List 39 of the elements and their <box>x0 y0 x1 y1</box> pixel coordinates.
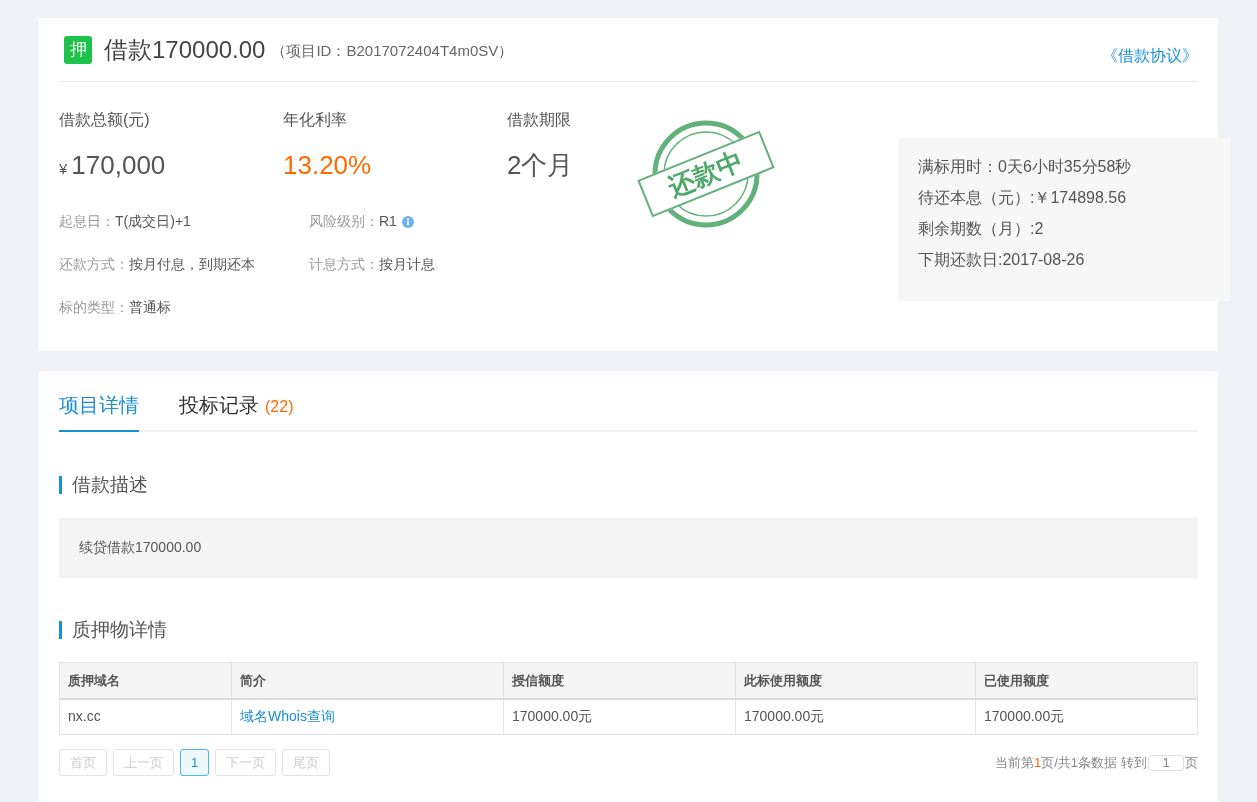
tab[interactable]: 项目详情 <box>59 390 139 432</box>
summary-line: 剩余期数（月）:2 <box>918 219 1045 239</box>
whois-link[interactable]: 域名Whois查询 <box>240 708 335 725</box>
page-unit: 页 <box>1185 753 1198 772</box>
detail-item: 起息日：T(成交日)+1 <box>59 212 191 231</box>
summary-line: 待还本息（元）:￥174898.56 <box>918 188 1128 208</box>
collateral-badge: 押 <box>64 35 92 64</box>
column-header: 简介 <box>231 662 504 699</box>
loan-title: 借款170000.00 <box>104 34 266 65</box>
column-header: 此标使用额度 <box>735 662 976 699</box>
agreement-link[interactable]: 《借款协议》 <box>1102 43 1198 68</box>
project-id: （项目ID：B2017072404T4m0SV） <box>271 41 514 62</box>
stat-value: 13.20% <box>283 149 372 182</box>
stat-label: 年化利率 <box>283 110 348 130</box>
stat-label: 借款总额(元) <box>59 110 151 130</box>
page-number-field[interactable]: 1 <box>1148 754 1184 771</box>
goto-label: 转到 <box>1121 753 1147 772</box>
page-button[interactable]: 1 <box>180 749 210 776</box>
table-cell: 170000.00元 <box>975 698 1198 735</box>
page-summary: 当前第1页/共1条数据 <box>994 753 1117 772</box>
column-header: 质押域名 <box>59 662 232 699</box>
table-cell: 170000.00元 <box>503 698 736 735</box>
column-header: 已使用额度 <box>975 662 1198 699</box>
stat-value: 2个月 <box>507 149 574 182</box>
detail-item: 还款方式：按月付息，到期还本 <box>59 255 255 274</box>
description-text: 续贷借款170000.00 <box>79 538 202 557</box>
summary-line: 下期还款日:2017-08-26 <box>918 250 1086 270</box>
detail-item: 风险级别：R1 <box>309 212 397 231</box>
table-cell: nx.cc <box>59 698 232 735</box>
tab[interactable]: 投标记录 (22) <box>179 390 294 432</box>
detail-item: 计息方式：按月计息 <box>309 255 435 274</box>
section-heading: 借款描述 <box>72 473 148 497</box>
stat-label: 借款期限 <box>507 110 572 130</box>
detail-item: 标的类型：普通标 <box>59 298 171 317</box>
table-cell: 170000.00元 <box>735 698 976 735</box>
stat-value: ¥170,000 <box>59 149 166 182</box>
section-heading: 质押物详情 <box>72 617 167 642</box>
summary-line: 满标用时：0天6小时35分58秒 <box>918 157 1133 177</box>
column-header: 授信额度 <box>503 662 736 699</box>
